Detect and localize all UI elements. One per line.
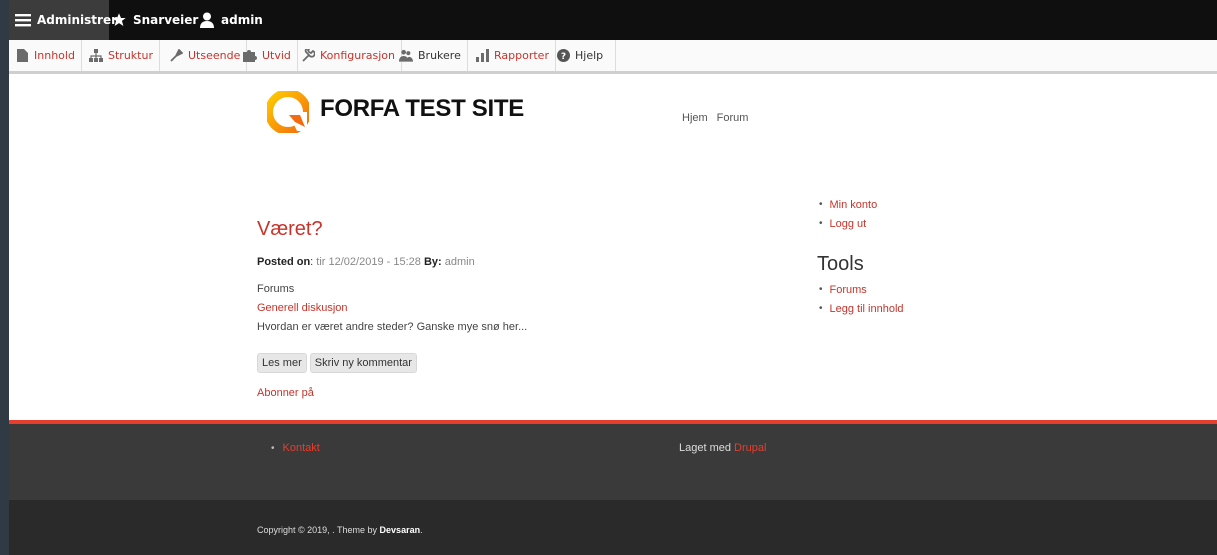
hamburger-icon [15, 12, 31, 28]
sitemap-icon [89, 49, 103, 63]
article-title[interactable]: Været? [257, 218, 323, 241]
site-logo[interactable] [265, 89, 311, 135]
toolbar-shortcuts-label: Snarveier [133, 13, 199, 27]
add-comment-button[interactable]: Skriv ny kommentar [309, 353, 417, 373]
user-icon [199, 12, 215, 28]
author-link[interactable]: admin [445, 256, 475, 268]
forum-term-link[interactable]: Generell diskusjon [257, 302, 348, 314]
tools-menu: Forums Legg til innhold [819, 280, 904, 318]
tray-item-label: Konfigurasjon [320, 49, 396, 62]
by-label: By: [423, 256, 442, 268]
article-links: Les mer Skriv ny kommentar [257, 353, 417, 373]
article-teaser: Hvordan er været andre steder? Ganske my… [257, 321, 528, 333]
read-more-button[interactable]: Les mer [257, 353, 307, 373]
menu-item-forum[interactable]: Forum [717, 112, 749, 124]
file-icon [15, 49, 29, 63]
footer-link-contact[interactable]: Kontakt [271, 442, 320, 454]
tray-item-label: Utvid [262, 49, 291, 62]
menu-item-home[interactable]: Hjem [682, 112, 708, 124]
made-with-label: Laget med [679, 442, 731, 454]
tools-heading: Tools [817, 253, 864, 275]
subscribe-link[interactable]: Abonner på [257, 387, 314, 399]
star-icon [111, 12, 127, 28]
tray-item-label: Innhold [34, 49, 75, 62]
tray-item-structure[interactable]: Struktur [83, 40, 160, 71]
tray-item-label: Brukere [418, 49, 461, 62]
tray-item-label: Struktur [108, 49, 153, 62]
posted-date: tir 12/02/2019 - 15:28 [316, 256, 421, 268]
bar-chart-icon [475, 49, 489, 63]
tray-item-extend[interactable]: Utvid [237, 40, 298, 71]
drupal-link[interactable]: Drupal [734, 442, 766, 454]
tools-menu-add-content[interactable]: Legg til innhold [819, 299, 904, 318]
toolbar-shortcuts[interactable]: Snarveier [111, 0, 198, 40]
tray-item-appearance[interactable]: Utseende [163, 40, 248, 71]
tray-item-reports[interactable]: Rapporter [469, 40, 556, 71]
browser-viewport: Administrer Snarveier admin Innhold Stru… [9, 0, 1217, 555]
main-menu: Hjem Forum [682, 112, 748, 124]
svg-text:?: ? [560, 52, 565, 62]
copyright-text: Copyright © 2019, . Theme by [257, 525, 378, 535]
copyright-bar [9, 500, 1217, 555]
theme-author-link[interactable]: Devsaran [380, 525, 421, 535]
admin-toolbar: Administrer Snarveier admin [9, 0, 1217, 40]
tray-item-label: Hjelp [575, 49, 604, 62]
copyright-suffix: . [420, 525, 423, 535]
user-menu-my-account[interactable]: Min konto [819, 195, 878, 214]
footer [9, 424, 1217, 500]
toolbar-administer[interactable]: Administrer [9, 0, 117, 40]
article-meta: Posted on: tir 12/02/2019 - 15:28 By: ad… [257, 256, 475, 268]
user-menu-logout[interactable]: Logg ut [819, 214, 877, 233]
tray-item-help[interactable]: ? Hjelp [550, 40, 616, 71]
tools-menu-forums[interactable]: Forums [819, 280, 904, 299]
tray-item-configuration[interactable]: Konfigurasjon [295, 40, 403, 71]
footer-menu: Kontakt [271, 442, 320, 454]
help-icon: ? [556, 49, 570, 63]
toolbar-user[interactable]: admin [199, 0, 263, 40]
forums-label: Forums [257, 283, 295, 295]
user-menu: Min konto Logg ut [819, 195, 878, 233]
tray-item-label: Utseende [188, 49, 241, 62]
wrench-icon [301, 49, 315, 63]
toolbar-tray: Innhold Struktur Utseende Utvid Konfigur… [9, 40, 1217, 74]
toolbar-user-label: admin [221, 13, 263, 27]
copyright: Copyright © 2019, . Theme by Devsaran. [257, 525, 423, 535]
site-name[interactable]: FORFA TEST SITE [320, 95, 524, 123]
tray-item-content[interactable]: Innhold [9, 40, 82, 71]
tray-item-label: Rapporter [494, 49, 549, 62]
made-with: Laget med Drupal [679, 442, 766, 454]
tray-item-people[interactable]: Brukere [393, 40, 468, 71]
puzzle-icon [243, 49, 257, 63]
posted-label: Posted on [257, 256, 311, 268]
people-icon [399, 49, 413, 63]
paint-icon [169, 49, 183, 63]
toolbar-administer-label: Administrer [37, 13, 118, 27]
